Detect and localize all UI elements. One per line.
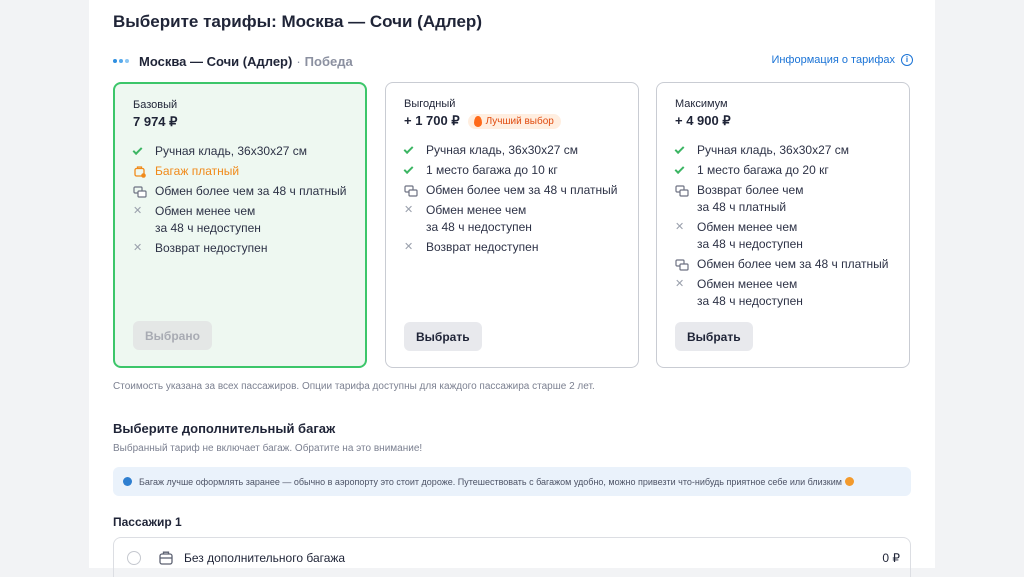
choose-button[interactable]: Выбрать bbox=[404, 322, 482, 351]
feature-item: Обмен более чем за 48 ч платный bbox=[675, 256, 899, 273]
tariff-price: 7 974 ₽ bbox=[133, 114, 178, 129]
route-dots-icon bbox=[113, 59, 129, 63]
exchange-icon bbox=[133, 183, 155, 200]
feature-list: Ручная кладь, 36x30x27 см 1 место багажа… bbox=[674, 142, 899, 313]
fire-icon bbox=[473, 115, 482, 127]
tariff-selection-card: Выберите тарифы: Москва — Сочи (Адлер) М… bbox=[89, 0, 935, 577]
feature-list: Ручная кладь, 36x30x27 см 1 место багажа… bbox=[403, 142, 628, 259]
feature-item: Ручная кладь, 36x30x27 см bbox=[132, 143, 357, 160]
paid-bag-icon bbox=[133, 163, 155, 180]
route-name: Москва — Сочи (Адлер) bbox=[139, 53, 293, 69]
radio-button[interactable] bbox=[127, 551, 141, 565]
tariff-price: + 1 700 ₽ bbox=[404, 113, 460, 128]
feature-item: 1 место багажа до 10 кг bbox=[403, 162, 628, 179]
feature-item: ✕ Возврат недоступен bbox=[404, 240, 539, 254]
baggage-option-none[interactable]: Без дополнительного багажа 0 ₽ bbox=[113, 537, 911, 577]
feature-item: Обмен более чем за 48 ч платный bbox=[404, 182, 628, 199]
feature-item: ✕ Возврат недоступен bbox=[133, 241, 268, 255]
route-separator: · bbox=[296, 53, 301, 69]
check-icon bbox=[403, 164, 414, 175]
feature-item: Багаж платный bbox=[133, 163, 357, 180]
feature-item: ✕ Обмен менее чем за 48 ч недоступен bbox=[675, 277, 803, 308]
baggage-option-label: Без дополнительного багажа bbox=[184, 551, 346, 565]
tariff-name: Базовый bbox=[133, 99, 178, 111]
check-icon bbox=[132, 145, 143, 156]
cross-icon: ✕ bbox=[133, 242, 143, 254]
choose-button[interactable]: Выбрать bbox=[675, 322, 753, 351]
tariff-name: Выгодный bbox=[404, 98, 456, 110]
tariff-price: + 4 900 ₽ bbox=[675, 113, 731, 128]
tariff-card-basic[interactable]: Базовый 7 974 ₽ Ручная кладь, 36x30x27 с… bbox=[113, 82, 367, 368]
baggage-tip: Багаж лучше оформлять заранее — обычно в… bbox=[113, 467, 911, 496]
fare-info-label: Информация о тарифах bbox=[771, 54, 895, 66]
feature-item: Обмен более чем за 48 ч платный bbox=[133, 183, 357, 200]
cross-icon: ✕ bbox=[404, 241, 414, 253]
feature-item: Ручная кладь, 36x30x27 см bbox=[674, 142, 899, 159]
info-icon: i bbox=[901, 54, 913, 66]
feature-item: ✕ Обмен менее чем за 48 ч недоступен bbox=[133, 204, 261, 235]
tariff-card-maximum[interactable]: Максимум + 4 900 ₽ Ручная кладь, 36x30x2… bbox=[656, 82, 910, 368]
baggage-tip-text: Багаж лучше оформлять заранее — обычно в… bbox=[139, 476, 842, 487]
feature-list: Ручная кладь, 36x30x27 см Багаж платный … bbox=[132, 143, 357, 260]
best-choice-badge: Лучший выбор bbox=[467, 113, 561, 129]
fare-info-link[interactable]: Информация о тарифах i bbox=[771, 54, 913, 66]
feature-item: ✕ Обмен менее чем за 48 ч недоступен bbox=[675, 220, 803, 251]
feature-item: Ручная кладь, 36x30x27 см bbox=[403, 142, 628, 159]
check-icon bbox=[674, 144, 685, 155]
globe-icon bbox=[123, 477, 132, 486]
cross-icon: ✕ bbox=[404, 204, 414, 216]
baggage-section-title: Выберите дополнительный багаж bbox=[113, 421, 336, 436]
baggage-section-subtitle: Выбранный тариф не включает багаж. Обрат… bbox=[113, 443, 423, 454]
feature-item: Возврат более чем за 48 ч платный bbox=[675, 182, 899, 216]
page-title: Выберите тарифы: Москва — Сочи (Адлер) bbox=[113, 12, 482, 31]
price-note: Стоимость указана за всех пассажиров. Оп… bbox=[113, 381, 595, 392]
cross-icon: ✕ bbox=[675, 221, 685, 233]
exchange-icon bbox=[675, 182, 697, 199]
cross-icon: ✕ bbox=[133, 205, 143, 217]
smile-emoji-icon bbox=[844, 477, 854, 486]
feature-item: ✕ Обмен менее чем за 48 ч недоступен bbox=[404, 203, 532, 234]
feature-item: 1 место багажа до 20 кг bbox=[674, 162, 899, 179]
tariff-name: Максимум bbox=[675, 98, 728, 110]
check-icon bbox=[403, 144, 414, 155]
selected-button[interactable]: Выбрано bbox=[133, 321, 212, 350]
exchange-icon bbox=[404, 182, 426, 199]
tariff-card-profitable[interactable]: Выгодный + 1 700 ₽ Лучший выбор Ручная к… bbox=[385, 82, 639, 368]
baggage-option-price: 0 ₽ bbox=[882, 551, 900, 565]
check-icon bbox=[674, 164, 685, 175]
passenger-title: Пассажир 1 bbox=[113, 515, 182, 529]
carrier-name: Победа bbox=[304, 53, 353, 69]
exchange-icon bbox=[675, 256, 697, 273]
cross-icon: ✕ bbox=[675, 278, 685, 290]
